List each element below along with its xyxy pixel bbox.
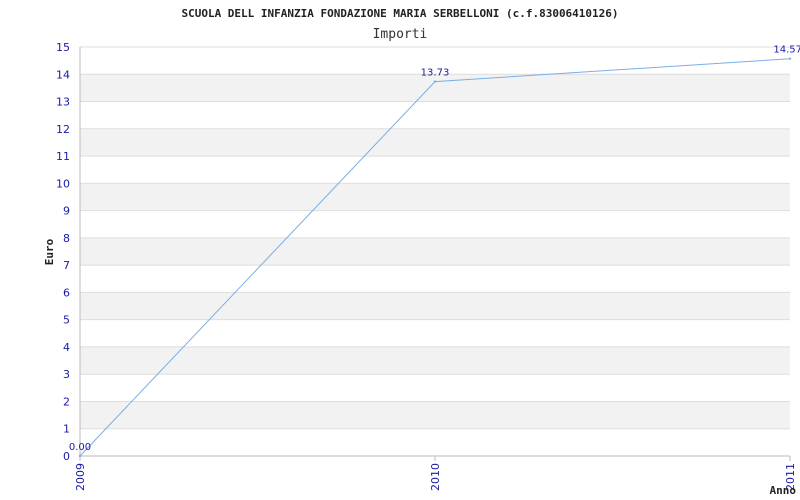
y-tick-label: 11 [56, 150, 70, 163]
y-tick-label: 8 [63, 232, 70, 245]
y-tick-label: 13 [56, 96, 70, 109]
y-tick-label: 15 [56, 41, 70, 54]
y-tick-label: 3 [63, 368, 70, 381]
y-tick-label: 5 [63, 314, 70, 327]
data-label: 0.00 [69, 442, 91, 453]
y-axis-label: Euro [43, 238, 56, 265]
grid-band [80, 237, 790, 266]
grid-band [80, 292, 790, 320]
data-label: 13.73 [421, 68, 450, 79]
y-tick-label: 12 [56, 123, 70, 136]
data-point [433, 80, 437, 83]
grid-band [80, 128, 790, 157]
y-tick-label: 4 [63, 341, 70, 354]
data-label: 14.57 [773, 45, 800, 56]
y-tick-label: 6 [63, 286, 70, 299]
y-tick-label: 10 [56, 177, 70, 190]
y-tick-label: 9 [63, 205, 70, 218]
plot-area: 01234567891011121314152009 2010 20110.0013… [56, 41, 800, 491]
data-point [78, 454, 82, 458]
x-tick-label: 2010 [429, 463, 442, 491]
chart-title: SCUOLA DELL INFANZIA FONDAZIONE MARIA SE… [181, 7, 618, 20]
y-tick-label: 7 [63, 259, 70, 272]
y-tick-label: 14 [56, 68, 70, 81]
y-tick-label: 1 [63, 423, 70, 436]
line-chart: SCUOLA DELL INFANZIA FONDAZIONE MARIA SE… [43, 7, 800, 497]
chart-subtitle: Importi [373, 27, 428, 42]
grid-band [80, 183, 790, 211]
x-axis-label: Anno [770, 484, 797, 497]
x-tick-label: 2009 [74, 463, 87, 491]
data-point [788, 57, 792, 60]
grid-band [80, 401, 790, 429]
y-tick-label: 2 [63, 395, 70, 408]
grid-band [80, 346, 790, 375]
